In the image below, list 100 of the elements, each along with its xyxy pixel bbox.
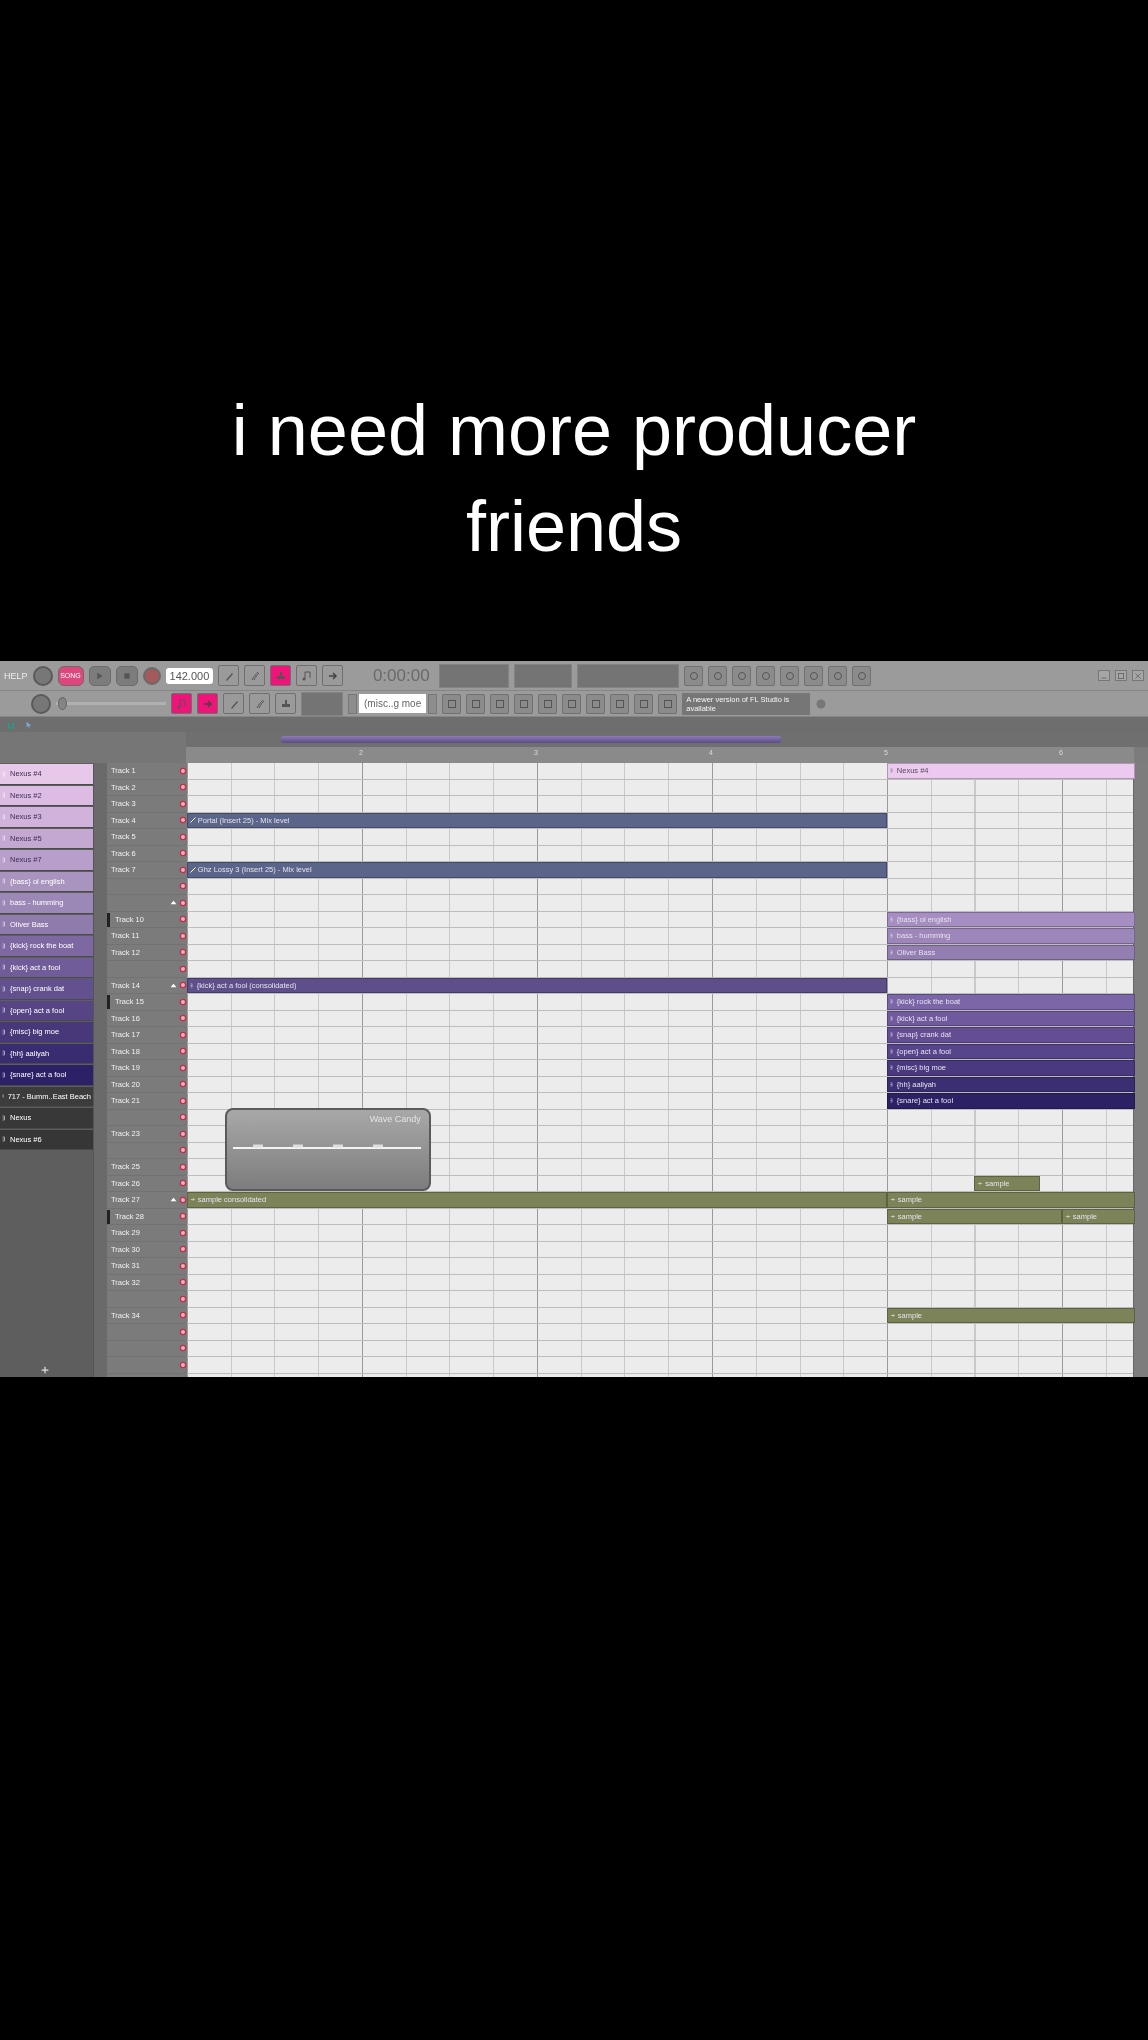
mute-led-icon (178, 816, 187, 825)
toolbar-button[interactable] (197, 693, 218, 714)
up-arrow-icon[interactable] (169, 899, 177, 907)
mute-led-icon (178, 1327, 187, 1336)
note-icon (300, 669, 313, 682)
mute-led-icon (178, 1063, 187, 1072)
mute-led-icon (178, 1212, 187, 1221)
toolbar-button[interactable] (562, 693, 582, 714)
maximize-icon (1117, 671, 1125, 680)
pattern-icon (2, 1070, 8, 1079)
tempo-display[interactable]: 142.000 (165, 667, 214, 684)
mute-led-icon (178, 783, 187, 792)
toolbar-button[interactable] (610, 693, 630, 714)
mute-led-icon (178, 865, 187, 874)
toolbar-button[interactable] (658, 693, 678, 714)
mute-led-icon (178, 1113, 187, 1122)
toolbar-button[interactable] (270, 665, 292, 686)
toolbar-button[interactable] (756, 665, 776, 686)
cursor-icon (24, 719, 34, 730)
mute-led-icon (178, 1294, 187, 1303)
mute-led-icon (178, 1096, 187, 1105)
video-caption: i need more producer friends (230, 389, 918, 568)
playlist-grid[interactable] (186, 763, 1133, 1377)
audio-icon (889, 1197, 896, 1203)
toolbar-button[interactable] (828, 665, 848, 686)
mute-led-icon (178, 1344, 187, 1353)
pattern-icon (889, 1031, 895, 1039)
pattern-icon (889, 1080, 895, 1088)
toolbar-button[interactable] (249, 693, 270, 714)
mute-led-icon (178, 948, 187, 957)
previous-pattern-button[interactable] (348, 693, 357, 714)
toolbar-button[interactable] (466, 693, 486, 714)
channel-scrollbar[interactable] (93, 763, 107, 1377)
play-button[interactable] (88, 665, 111, 686)
mute-led-icon (178, 1146, 187, 1155)
plugin-title: Wave Candy (369, 1114, 421, 1124)
toolbar-button[interactable] (804, 665, 824, 686)
toolbar-button[interactable] (684, 665, 704, 686)
close-icon (1134, 671, 1142, 680)
toolbar-button[interactable] (296, 665, 318, 686)
maximize-button[interactable] (1115, 670, 1127, 681)
toolbar-button[interactable] (780, 665, 800, 686)
plus-icon (40, 1365, 50, 1375)
toolbar-button[interactable] (490, 693, 510, 714)
up-arrow-icon[interactable] (169, 1196, 177, 1204)
mute-led-icon (178, 1228, 187, 1237)
pattern-icon (889, 767, 895, 775)
master-knob[interactable] (32, 665, 53, 686)
toolbar-button[interactable] (538, 693, 558, 714)
mute-led-icon (178, 799, 187, 808)
info-icon (815, 697, 828, 710)
stamp-icon (274, 669, 287, 682)
horizontal-scrollbar[interactable] (281, 736, 781, 743)
close-button[interactable] (1132, 670, 1144, 681)
toolbar-button[interactable] (442, 693, 462, 714)
mute-led-icon (178, 1311, 187, 1320)
minimize-button[interactable] (1098, 670, 1110, 681)
mute-led-icon (178, 849, 187, 858)
toolbar-button[interactable] (586, 693, 606, 714)
pitch-knob[interactable] (31, 693, 51, 714)
mute-led-icon (178, 898, 187, 907)
play-icon (95, 671, 104, 680)
toolbar-button[interactable] (514, 693, 534, 714)
pattern-icon (889, 948, 895, 956)
pattern-icon (2, 984, 8, 993)
stop-icon (122, 671, 131, 680)
next-pattern-button[interactable] (428, 693, 438, 714)
toolbar-button[interactable] (634, 693, 654, 714)
pattern-icon (2, 1049, 8, 1058)
mute-led-icon (178, 1129, 187, 1138)
toolbar-button[interactable] (322, 665, 344, 686)
toolbar-button[interactable] (171, 693, 192, 714)
toolbar-button[interactable] (275, 693, 296, 714)
vertical-scrollbar[interactable] (1133, 763, 1148, 1377)
mute-led-icon (178, 997, 187, 1006)
record-button[interactable] (142, 666, 161, 685)
up-arrow-icon[interactable] (169, 981, 177, 989)
automation-icon (189, 866, 196, 873)
toolbar-button[interactable] (852, 665, 872, 686)
mute-led-icon (178, 1030, 187, 1039)
pattern-selector[interactable]: (misc..g moe (359, 694, 427, 713)
toolbar-button[interactable] (708, 665, 728, 686)
toolbar-button[interactable] (218, 665, 240, 686)
pattern-icon (2, 812, 8, 821)
pattern-icon (2, 791, 8, 800)
audio-icon (889, 1213, 896, 1219)
pattern-icon (889, 1047, 895, 1055)
toolbar-button[interactable] (244, 665, 266, 686)
pattern-icon (2, 898, 8, 907)
arrow-icon (326, 669, 339, 682)
stop-button[interactable] (115, 665, 138, 686)
mute-led-icon (178, 964, 187, 973)
pattern-icon (2, 1113, 8, 1122)
slider-thumb[interactable] (58, 697, 67, 710)
automation-icon (189, 817, 196, 824)
toolbar-button[interactable] (732, 665, 752, 686)
help-menu[interactable]: HELP (4, 670, 28, 681)
toolbar-button[interactable] (223, 693, 244, 714)
audio-icon (1064, 1213, 1071, 1219)
mute-led-icon (178, 882, 187, 891)
